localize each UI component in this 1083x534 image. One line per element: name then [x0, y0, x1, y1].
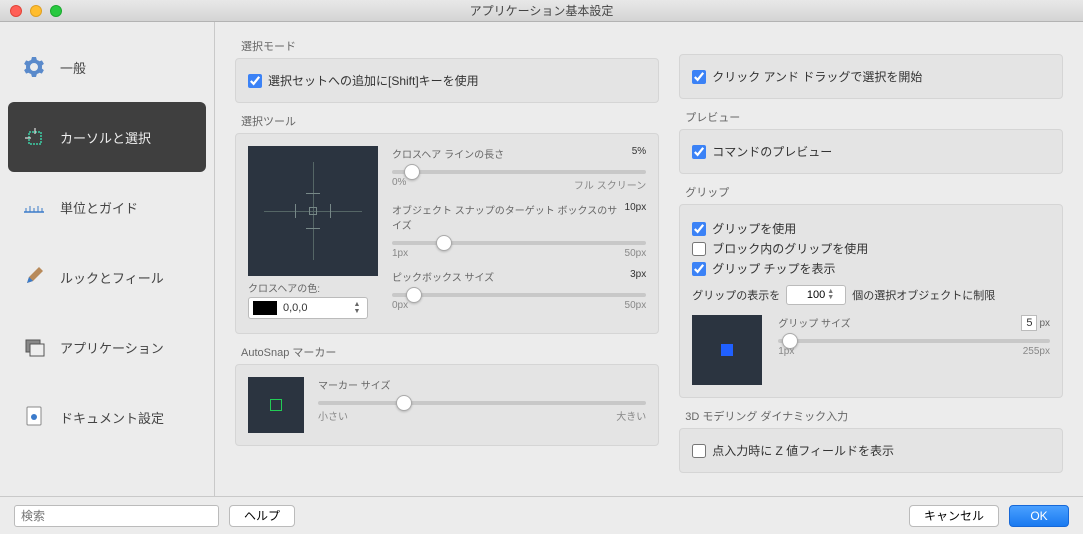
- slider-marker-size[interactable]: [318, 401, 646, 405]
- value-pickbox: 3px: [630, 269, 646, 284]
- label-command-preview: コマンドのプレビュー: [712, 143, 832, 160]
- checkbox-use-grip[interactable]: [692, 222, 706, 236]
- sidebar-item-label: カーソルと選択: [60, 128, 151, 147]
- sidebar-item-general[interactable]: 一般: [8, 32, 206, 102]
- crosshair-preview: [248, 146, 378, 276]
- sidebar-item-label: ルックとフィール: [60, 268, 164, 287]
- label-snap-target: オブジェクト スナップのターゲット ボックスのサイズ: [392, 202, 625, 232]
- checkbox-grip-tips[interactable]: [692, 262, 706, 276]
- checkbox-shift-add[interactable]: [248, 74, 262, 88]
- sidebar-item-application[interactable]: アプリケーション: [8, 312, 206, 382]
- cursor-icon: [22, 125, 46, 149]
- slider-snap-target[interactable]: [392, 241, 646, 245]
- sidebar-item-document-settings[interactable]: ドキュメント設定: [8, 382, 206, 452]
- label-click-drag: クリック アンド ドラッグで選択を開始: [712, 68, 922, 85]
- label-crosshair-color: クロスヘアの色:: [248, 280, 378, 295]
- label-grip-tips: グリップ チップを表示: [712, 260, 835, 277]
- label-grip-size: グリップ サイズ: [778, 315, 850, 330]
- slider-grip-size[interactable]: [778, 339, 1050, 343]
- window-icon: [22, 335, 46, 359]
- color-swatch: [253, 301, 277, 315]
- titlebar: アプリケーション基本設定: [0, 0, 1083, 22]
- help-button[interactable]: ヘルプ: [229, 505, 295, 527]
- section-selection-tool: 選択ツール: [241, 113, 659, 129]
- section-selection-mode: 選択モード: [241, 38, 659, 54]
- section-3d-dynamic: 3D モデリング ダイナミック入力: [685, 408, 1063, 424]
- checkbox-block-grip[interactable]: [692, 242, 706, 256]
- grip-preview: [692, 315, 762, 385]
- sidebar-item-label: 一般: [60, 58, 86, 77]
- value-snap-target: 10px: [625, 202, 647, 232]
- window-title: アプリケーション基本設定: [0, 2, 1083, 19]
- label-block-grip: ブロック内のグリップを使用: [712, 240, 868, 257]
- section-autosnap: AutoSnap マーカー: [241, 344, 659, 360]
- label-crosshair-length: クロスヘア ラインの長さ: [392, 146, 504, 161]
- label-pickbox: ピックボックス サイズ: [392, 269, 494, 284]
- gear-icon: [22, 55, 46, 79]
- label-z-field: 点入力時に Z 値フィールドを表示: [712, 442, 894, 459]
- cancel-button[interactable]: キャンセル: [909, 505, 999, 527]
- marker-preview: [248, 377, 304, 433]
- ruler-icon: [22, 195, 46, 219]
- color-value: 0,0,0: [283, 302, 351, 314]
- label-marker-size: マーカー サイズ: [318, 377, 390, 392]
- label-use-grip: グリップを使用: [712, 220, 796, 237]
- stepper-icon[interactable]: ▲▼: [351, 301, 363, 315]
- search-input[interactable]: [14, 505, 219, 527]
- sidebar-item-units-guides[interactable]: 単位とガイド: [8, 172, 206, 242]
- sidebar-item-label: 単位とガイド: [60, 198, 138, 217]
- label-grip-limit-pre: グリップの表示を: [692, 287, 780, 303]
- document-icon: [22, 405, 46, 429]
- checkbox-z-field[interactable]: [692, 444, 706, 458]
- checkbox-click-drag[interactable]: [692, 70, 706, 84]
- brush-icon: [22, 265, 46, 289]
- section-preview: プレビュー: [685, 109, 1063, 125]
- ok-button[interactable]: OK: [1009, 505, 1069, 527]
- value-grip-size: 5: [1021, 315, 1037, 331]
- checkbox-command-preview[interactable]: [692, 145, 706, 159]
- value-crosshair-length: 5%: [632, 146, 646, 161]
- sidebar-item-cursor-selection[interactable]: カーソルと選択: [8, 102, 206, 172]
- sidebar-item-label: ドキュメント設定: [60, 408, 164, 427]
- label-shift-add: 選択セットへの追加に[Shift]キーを使用: [268, 72, 479, 89]
- label-grip-limit-post: 個の選択オブジェクトに制限: [852, 287, 995, 303]
- sidebar-item-look-feel[interactable]: ルックとフィール: [8, 242, 206, 312]
- sidebar-item-label: アプリケーション: [60, 338, 164, 357]
- slider-pickbox[interactable]: [392, 293, 646, 297]
- section-grip: グリップ: [685, 184, 1063, 200]
- crosshair-color-select[interactable]: 0,0,0 ▲▼: [248, 297, 368, 319]
- slider-crosshair-length[interactable]: [392, 170, 646, 174]
- sidebar: 一般 カーソルと選択 単位とガイド ルックとフィール アプリケーション ドキュメ…: [0, 22, 215, 496]
- input-grip-limit[interactable]: ▲▼: [786, 285, 846, 305]
